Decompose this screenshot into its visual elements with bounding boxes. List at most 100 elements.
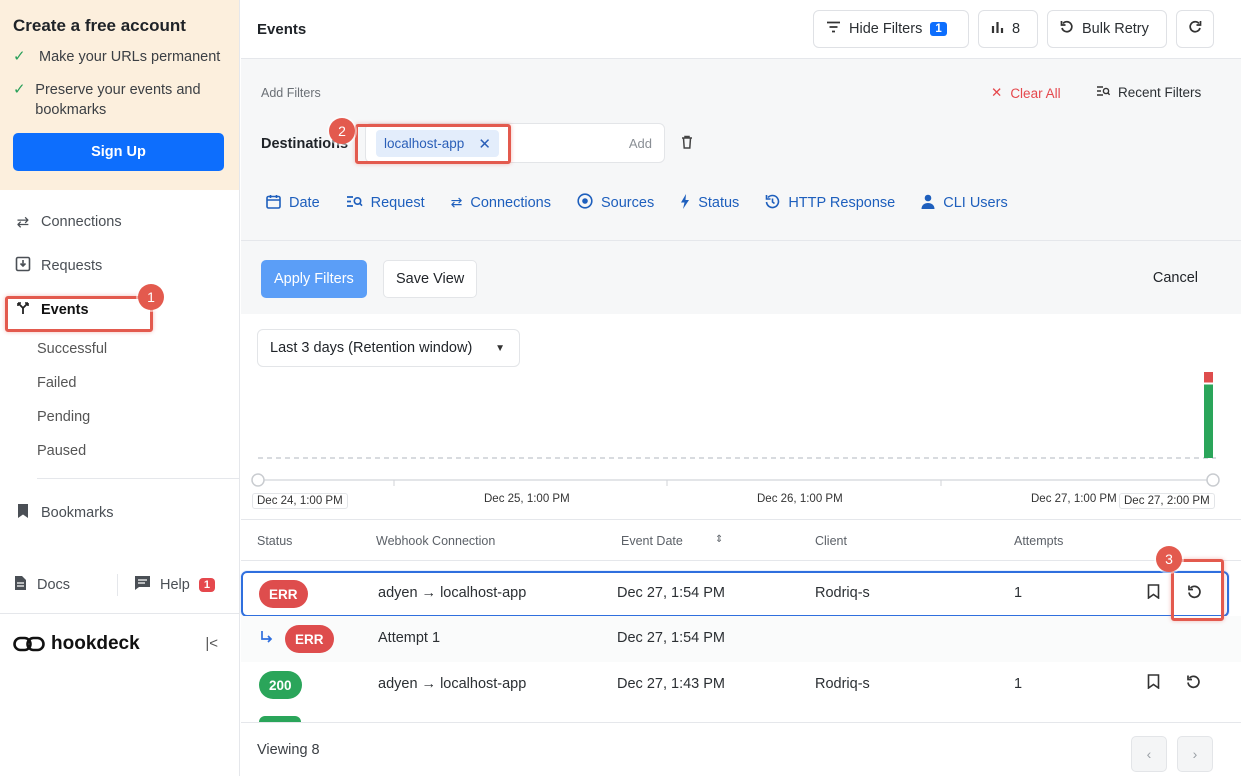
filter-label: Date — [289, 194, 320, 211]
annotation-marker: 2 — [329, 118, 355, 144]
retry-icon[interactable] — [1186, 674, 1201, 694]
main-content: Events Hide Filters 1 8 Bulk Retry Add F… — [241, 0, 1241, 776]
annotation-marker: 3 — [1156, 546, 1182, 572]
hide-filters-button[interactable]: Hide Filters 1 — [813, 10, 969, 48]
status-badge: ERR — [259, 580, 308, 608]
client-cell: Rodriq-s — [815, 676, 870, 692]
sidebar-item-bookmarks[interactable]: Bookmarks — [0, 491, 239, 535]
help-badge: 1 — [198, 578, 215, 592]
sidebar-nav: ⇄ Connections Requests Events Successful… — [0, 190, 240, 535]
table-row[interactable]: ERR adyen → localhost-app Dec 27, 1:54 P… — [241, 571, 1229, 617]
filter-request[interactable]: Request — [346, 193, 425, 212]
filter-label: Connections — [470, 194, 551, 211]
docs-label: Docs — [37, 577, 71, 593]
event-date-cell: Dec 27, 1:54 PM — [617, 630, 725, 646]
promo-item: ✓ Preserve your events and bookmarks — [13, 80, 226, 120]
clear-all-label: Clear All — [1010, 85, 1061, 101]
filter-label: Sources — [601, 194, 655, 211]
help-link[interactable]: Help 1 — [118, 575, 215, 595]
add-filters-label: Add Filters — [261, 86, 321, 100]
annotation-box-events — [5, 296, 153, 332]
refresh-icon — [1188, 20, 1202, 38]
promo-item-text: Make your URLs permanent — [39, 49, 221, 65]
metrics-button[interactable]: 8 — [978, 10, 1038, 48]
refresh-button[interactable] — [1176, 10, 1214, 48]
sidebar-subitem-pending[interactable]: Pending — [0, 400, 239, 434]
column-header-event-date[interactable]: Event Date — [621, 534, 683, 548]
filter-label: Request — [370, 194, 425, 211]
metrics-count: 8 — [1012, 21, 1021, 37]
docs-link[interactable]: Docs — [0, 574, 118, 596]
retry-icon — [1060, 20, 1074, 38]
lightning-icon — [680, 193, 690, 212]
status-badge: 200 — [259, 671, 302, 699]
attempts-cell: 1 — [1014, 585, 1023, 601]
trash-icon[interactable] — [681, 135, 693, 152]
bulk-retry-button[interactable]: Bulk Retry — [1047, 10, 1167, 48]
swap-arrows-icon: ⇄ — [450, 194, 463, 210]
save-view-button[interactable]: Save View — [383, 260, 478, 298]
x-tick-label: Dec 27, 1:00 PM — [1031, 493, 1117, 505]
hookdeck-logo: hookdeck — [13, 633, 140, 655]
prev-page-button[interactable]: ‹ — [1131, 736, 1167, 772]
chat-icon — [134, 575, 151, 595]
check-icon: ✓ — [13, 81, 26, 98]
date-range-value: Last 3 days (Retention window) — [270, 340, 473, 356]
filter-http-response[interactable]: HTTP Response — [765, 193, 895, 212]
sidebar-subitem-failed[interactable]: Failed — [0, 366, 239, 400]
histogram-bar-success — [1204, 384, 1213, 458]
connection-cell: adyen → localhost-app — [378, 585, 527, 601]
table-footer: Viewing 8 ‹ › — [241, 722, 1241, 776]
x-tick-label: Dec 26, 1:00 PM — [757, 493, 843, 505]
connection-cell: adyen → localhost-app — [378, 676, 527, 692]
bookmark-icon[interactable] — [1147, 584, 1160, 604]
table-row[interactable]: 200 adyen → localhost-app Dec 27, 1:43 P… — [241, 662, 1241, 708]
sidebar-item-label: Requests — [41, 258, 103, 274]
recent-filters-label: Recent Filters — [1118, 85, 1202, 100]
filter-date[interactable]: Date — [266, 193, 320, 212]
date-range-select[interactable]: Last 3 days (Retention window) ▼ — [257, 329, 520, 367]
histogram-bar-error — [1204, 372, 1213, 383]
table-row-attempt[interactable]: ERR Attempt 1 Dec 27, 1:54 PM — [241, 616, 1241, 662]
filter-label: HTTP Response — [788, 194, 896, 211]
bookmark-icon — [14, 503, 32, 523]
brand-name: hookdeck — [51, 632, 140, 654]
client-cell: Rodriq-s — [815, 585, 870, 601]
top-bar: Events Hide Filters 1 8 Bulk Retry — [241, 0, 1241, 59]
filter-label: CLI Users — [943, 194, 1008, 211]
bookmark-icon[interactable] — [1147, 674, 1160, 694]
page-title: Events — [257, 20, 307, 38]
cancel-button[interactable]: Cancel — [1153, 270, 1198, 286]
collapse-sidebar-icon[interactable]: |< — [205, 635, 218, 652]
promo-item: ✓ Make your URLs permanent — [13, 47, 226, 67]
sidebar: Create a free account ✓ Make your URLs p… — [0, 0, 240, 776]
sidebar-item-requests[interactable]: Requests — [0, 244, 239, 288]
sidebar-subitem-paused[interactable]: Paused — [0, 434, 239, 468]
promo-item-text: Preserve your events and bookmarks — [35, 82, 201, 118]
list-search-icon — [346, 195, 363, 211]
column-header-client: Client — [815, 534, 847, 548]
filter-status[interactable]: Status — [680, 193, 739, 212]
x-tick-label: Dec 27, 2:00 PM — [1119, 493, 1215, 509]
filter-sources[interactable]: Sources — [577, 193, 654, 212]
recent-filters-button[interactable]: Recent Filters — [1096, 85, 1201, 100]
sign-up-button[interactable]: Sign Up — [13, 133, 224, 171]
clear-all-button[interactable]: ✕ Clear All — [991, 85, 1061, 101]
filter-actions: Apply Filters Save View Cancel — [241, 240, 1241, 314]
toolbar: Hide Filters 1 8 Bulk Retry — [813, 10, 1214, 48]
inbox-download-icon — [14, 256, 32, 276]
filter-connections[interactable]: ⇄ Connections — [451, 193, 551, 212]
user-icon — [921, 194, 935, 212]
range-handle-end — [1206, 473, 1220, 487]
sidebar-item-connections[interactable]: ⇄ Connections — [0, 200, 239, 244]
promo-title: Create a free account — [13, 16, 186, 35]
x-tick-label: Dec 25, 1:00 PM — [484, 493, 570, 505]
filter-cli-users[interactable]: CLI Users — [921, 193, 1008, 212]
apply-filters-button[interactable]: Apply Filters — [261, 260, 367, 298]
next-page-button[interactable]: › — [1177, 736, 1213, 772]
target-icon — [577, 193, 593, 212]
sort-icon[interactable]: ⇕ — [715, 534, 723, 545]
sidebar-subitem-successful[interactable]: Successful — [0, 332, 239, 366]
add-destination-placeholder[interactable]: Add — [629, 136, 652, 151]
sidebar-item-label: Connections — [41, 214, 122, 230]
